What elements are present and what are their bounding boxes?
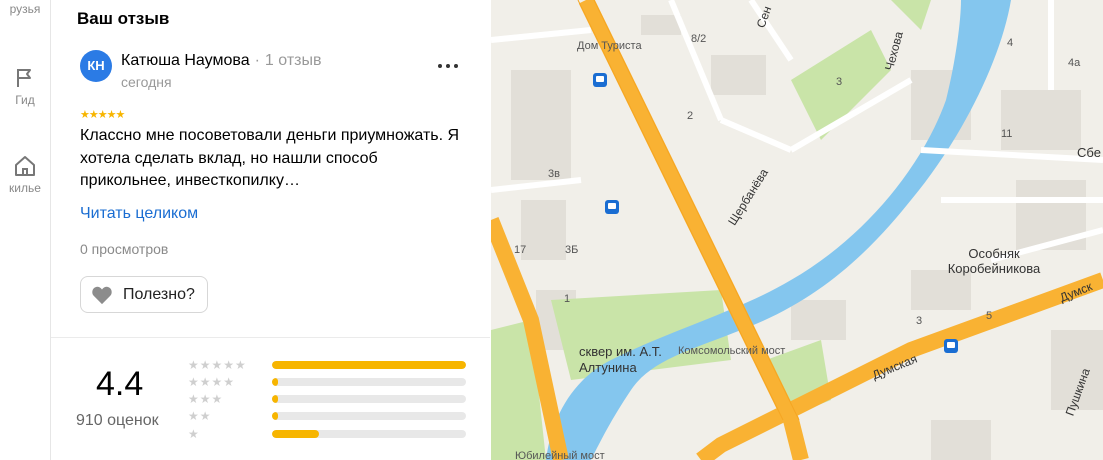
- rating-bar: [272, 361, 466, 369]
- review-author: Катюша Наумова · 1 отзыв: [121, 52, 321, 70]
- rating-row-stars: ★: [188, 427, 200, 441]
- rating-bar-fill: [272, 361, 466, 369]
- map-label-poi: Особняк Коробейникова: [947, 246, 1041, 276]
- map-label-dom-turista: Дом Туриста: [577, 40, 642, 52]
- author-reviews-count: 1 отзыв: [264, 52, 322, 69]
- review-text: Классно мне посоветовали деньги приумнож…: [80, 127, 460, 189]
- map-view[interactable]: Дом Туриста 8/2 3 3в 3Б 17 1 2 4 4а 11 5…: [491, 0, 1103, 460]
- avatar[interactable]: КН: [80, 50, 112, 82]
- map-label-number: 3: [916, 315, 923, 327]
- rail-item-housing[interactable]: килье: [0, 154, 50, 195]
- more-options-button[interactable]: [437, 56, 459, 74]
- rating-bar: [272, 412, 466, 420]
- bus-stop-icon[interactable]: [593, 73, 607, 87]
- map-label-park: сквер им. А.Т. Алтунина: [579, 344, 662, 375]
- map-label-number: 4: [1007, 37, 1014, 49]
- useful-label: Полезно?: [123, 286, 195, 303]
- rating-row-stars: ★★: [188, 409, 212, 423]
- map-label-number: 5: [986, 310, 993, 322]
- rail-item-label: Гид: [15, 93, 35, 107]
- author-separator: ·: [254, 52, 260, 69]
- map-label-number: 4а: [1068, 57, 1081, 69]
- heart-icon: [92, 286, 112, 305]
- map-label-number: 3: [836, 76, 843, 88]
- map-label-bridge: Комсомольский мост: [678, 345, 786, 357]
- review-panel: Ваш отзыв КН Катюша Наумова · 1 отзыв сего…: [51, 0, 490, 460]
- dot-icon: [446, 64, 450, 68]
- rating-value: 4.4: [96, 365, 144, 403]
- dot-icon: [438, 64, 442, 68]
- map-label-number: 11: [1001, 128, 1013, 140]
- map-canvas[interactable]: [491, 0, 1103, 460]
- dot-icon: [454, 64, 458, 68]
- review-stars: ★★★★★: [80, 109, 125, 121]
- rating-bar-fill: [272, 430, 319, 438]
- rail-item-guide[interactable]: Гид: [0, 66, 50, 107]
- rating-row-stars: ★★★: [188, 392, 224, 406]
- rating-bar-fill: [272, 378, 278, 386]
- rail-item-label: килье: [9, 181, 41, 195]
- rating-row-stars: ★★★★★: [188, 358, 247, 372]
- rating-count: 910 оценок: [76, 412, 159, 429]
- house-icon: [15, 156, 35, 176]
- bus-stop-icon[interactable]: [605, 200, 619, 214]
- panel-title: Ваш отзыв: [77, 9, 170, 28]
- rating-bar: [272, 395, 466, 403]
- views-count: 0 просмотров: [80, 241, 169, 257]
- map-label-number: 1: [564, 293, 571, 305]
- map-label-number: 3в: [548, 168, 560, 180]
- read-more-link[interactable]: Читать целиком: [80, 205, 198, 223]
- useful-button[interactable]: Полезно?: [80, 276, 208, 313]
- map-label-number: 17: [514, 244, 527, 256]
- rating-bar-fill: [272, 412, 278, 420]
- flag-icon: [17, 69, 31, 87]
- rail-item-friends[interactable]: рузья: [0, 2, 50, 16]
- rating-bar: [272, 430, 466, 438]
- rail-item-label: рузья: [9, 2, 41, 16]
- bus-stop-icon[interactable]: [944, 339, 958, 353]
- rating-bar-fill: [272, 395, 278, 403]
- rating-row-stars: ★★★★: [188, 375, 236, 389]
- map-label-bridge: Юбилейный мост: [515, 450, 605, 460]
- left-rail: рузья Гид килье: [0, 0, 51, 460]
- map-label-number: 8/2: [691, 33, 707, 45]
- map-label-poi: Сбе: [1077, 145, 1101, 160]
- map-label-number: 3Б: [565, 244, 579, 256]
- map-label-number: 2: [687, 110, 694, 122]
- rating-bar: [272, 378, 466, 386]
- author-name[interactable]: Катюша Наумова: [121, 52, 250, 69]
- divider: [51, 337, 490, 338]
- review-date: сегодня: [121, 74, 172, 90]
